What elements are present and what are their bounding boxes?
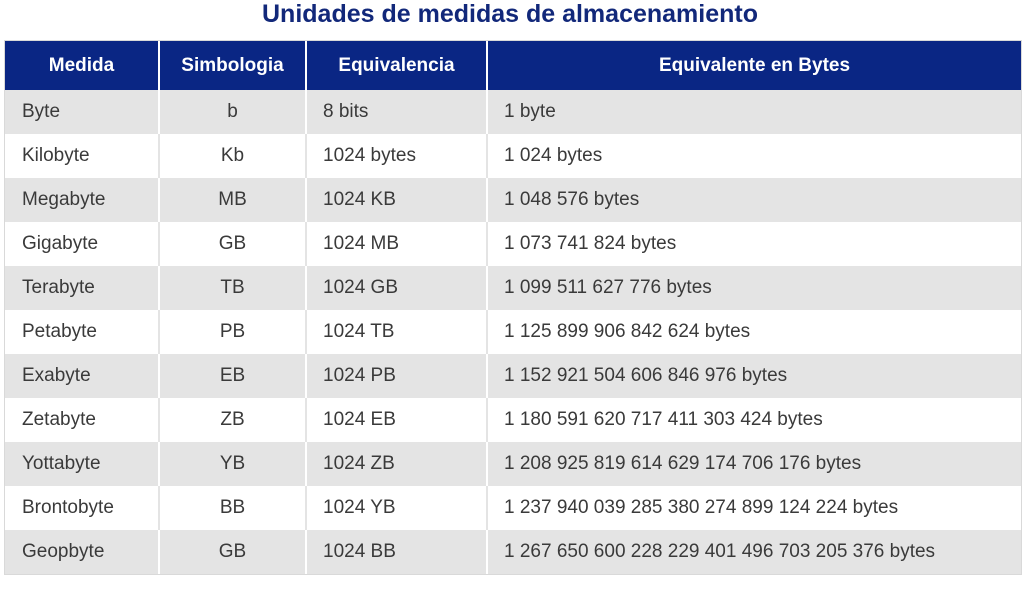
cell-measure: Geopbyte <box>5 530 160 574</box>
table-header: Medida Simbologia Equivalencia Equivalen… <box>5 41 1021 90</box>
cell-measure: Zetabyte <box>5 398 160 442</box>
cell-bytes: 1 048 576 bytes <box>488 178 1021 222</box>
table-row: Geopbyte GB 1024 BB 1 267 650 600 228 22… <box>5 530 1021 574</box>
cell-symbol: YB <box>160 442 307 486</box>
table-row: Exabyte EB 1024 PB 1 152 921 504 606 846… <box>5 354 1021 398</box>
header-bytes: Equivalente en Bytes <box>488 41 1021 90</box>
header-measure: Medida <box>5 41 160 90</box>
table-row: Gigabyte GB 1024 MB 1 073 741 824 bytes <box>5 222 1021 266</box>
cell-equivalence: 1024 BB <box>307 530 488 574</box>
cell-bytes: 1 024 bytes <box>488 134 1021 178</box>
cell-equivalence: 1024 bytes <box>307 134 488 178</box>
cell-measure: Yottabyte <box>5 442 160 486</box>
cell-equivalence: 1024 TB <box>307 310 488 354</box>
cell-equivalence: 8 bits <box>307 90 488 134</box>
cell-equivalence: 1024 YB <box>307 486 488 530</box>
cell-bytes: 1 099 511 627 776 bytes <box>488 266 1021 310</box>
cell-bytes: 1 152 921 504 606 846 976 bytes <box>488 354 1021 398</box>
cell-symbol: TB <box>160 266 307 310</box>
cell-measure: Kilobyte <box>5 134 160 178</box>
cell-symbol: MB <box>160 178 307 222</box>
cell-bytes: 1 073 741 824 bytes <box>488 222 1021 266</box>
table-row: Yottabyte YB 1024 ZB 1 208 925 819 614 6… <box>5 442 1021 486</box>
cell-symbol: b <box>160 90 307 134</box>
cell-symbol: GB <box>160 530 307 574</box>
cell-symbol: PB <box>160 310 307 354</box>
cell-equivalence: 1024 MB <box>307 222 488 266</box>
cell-symbol: Kb <box>160 134 307 178</box>
cell-measure: Brontobyte <box>5 486 160 530</box>
cell-symbol: BB <box>160 486 307 530</box>
cell-symbol: EB <box>160 354 307 398</box>
header-symbol: Simbologia <box>160 41 307 90</box>
table-row: Brontobyte BB 1024 YB 1 237 940 039 285 … <box>5 486 1021 530</box>
cell-measure: Petabyte <box>5 310 160 354</box>
table-row: Petabyte PB 1024 TB 1 125 899 906 842 62… <box>5 310 1021 354</box>
cell-measure: Byte <box>5 90 160 134</box>
cell-equivalence: 1024 ZB <box>307 442 488 486</box>
cell-equivalence: 1024 GB <box>307 266 488 310</box>
table-body: Byte b 8 bits 1 byte Kilobyte Kb 1024 by… <box>5 90 1021 574</box>
cell-measure: Megabyte <box>5 178 160 222</box>
storage-units-table: Medida Simbologia Equivalencia Equivalen… <box>4 40 1022 575</box>
page-title: Unidades de medidas de almacenamiento <box>262 0 758 28</box>
header-equivalence: Equivalencia <box>307 41 488 90</box>
cell-bytes: 1 237 940 039 285 380 274 899 124 224 by… <box>488 486 1021 530</box>
cell-bytes: 1 125 899 906 842 624 bytes <box>488 310 1021 354</box>
table-row: Byte b 8 bits 1 byte <box>5 90 1021 134</box>
cell-symbol: ZB <box>160 398 307 442</box>
cell-equivalence: 1024 EB <box>307 398 488 442</box>
table-row: Terabyte TB 1024 GB 1 099 511 627 776 by… <box>5 266 1021 310</box>
cell-bytes: 1 208 925 819 614 629 174 706 176 bytes <box>488 442 1021 486</box>
cell-measure: Gigabyte <box>5 222 160 266</box>
table-row: Kilobyte Kb 1024 bytes 1 024 bytes <box>5 134 1021 178</box>
cell-equivalence: 1024 PB <box>307 354 488 398</box>
cell-bytes: 1 byte <box>488 90 1021 134</box>
cell-bytes: 1 180 591 620 717 411 303 424 bytes <box>488 398 1021 442</box>
table-row: Zetabyte ZB 1024 EB 1 180 591 620 717 41… <box>5 398 1021 442</box>
cell-equivalence: 1024 KB <box>307 178 488 222</box>
cell-measure: Exabyte <box>5 354 160 398</box>
cell-symbol: GB <box>160 222 307 266</box>
table-row: Megabyte MB 1024 KB 1 048 576 bytes <box>5 178 1021 222</box>
cell-bytes: 1 267 650 600 228 229 401 496 703 205 37… <box>488 530 1021 574</box>
cell-measure: Terabyte <box>5 266 160 310</box>
header-row: Medida Simbologia Equivalencia Equivalen… <box>5 41 1021 90</box>
